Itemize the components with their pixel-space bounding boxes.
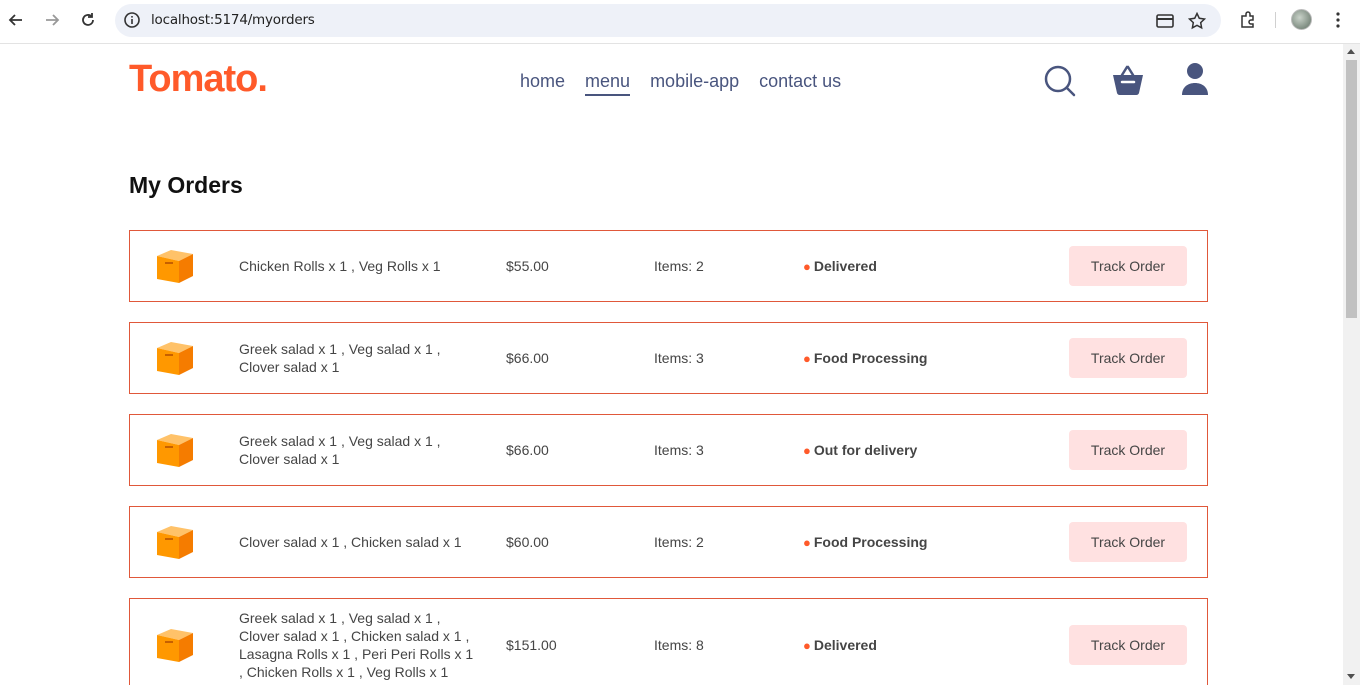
- order-status: ● Food Processing: [803, 534, 928, 550]
- order-row: Clover salad x 1 , Chicken salad x 1 $60…: [129, 506, 1208, 578]
- status-dot-icon: ●: [803, 638, 811, 653]
- parcel-icon: [157, 629, 193, 662]
- forward-arrow-icon[interactable]: [40, 8, 64, 32]
- order-item-count: Items: 3: [654, 350, 704, 366]
- order-row: Greek salad x 1 , Veg salad x 1 , Clover…: [129, 322, 1208, 394]
- orders-list: Chicken Rolls x 1 , Veg Rolls x 1 $55.00…: [129, 230, 1208, 685]
- order-status: ● Out for delivery: [803, 442, 918, 458]
- scroll-down-arrow-icon[interactable]: [1347, 674, 1355, 679]
- main-nav: home menu mobile-app contact us: [520, 71, 841, 96]
- browser-profile-avatar[interactable]: [1291, 9, 1312, 30]
- parcel-icon: [157, 250, 193, 283]
- order-row: Greek salad x 1 , Veg salad x 1 , Clover…: [129, 414, 1208, 486]
- search-icon[interactable]: [1043, 62, 1077, 98]
- toolbar-divider: [1275, 12, 1276, 28]
- site-info-icon[interactable]: [123, 11, 141, 29]
- reload-icon[interactable]: [76, 8, 100, 32]
- order-item-count: Items: 2: [654, 534, 704, 550]
- order-amount: $66.00: [506, 442, 549, 458]
- status-dot-icon: ●: [803, 259, 811, 274]
- order-items: Greek salad x 1 , Veg salad x 1 , Clover…: [239, 610, 474, 680]
- order-status: ● Food Processing: [803, 350, 928, 366]
- bookmark-star-icon[interactable]: [1187, 11, 1207, 31]
- nav-menu[interactable]: menu: [585, 71, 631, 96]
- order-items: Clover salad x 1 , Chicken salad x 1: [239, 534, 462, 550]
- nav-mobile-app[interactable]: mobile-app: [650, 71, 739, 96]
- nav-contact-us[interactable]: contact us: [759, 71, 841, 96]
- order-amount: $151.00: [506, 637, 557, 653]
- order-amount: $60.00: [506, 534, 549, 550]
- status-dot-icon: ●: [803, 535, 811, 550]
- order-items: Greek salad x 1 , Veg salad x 1 , Clover…: [239, 341, 441, 375]
- card-icon[interactable]: [1155, 11, 1175, 31]
- status-dot-icon: ●: [803, 443, 811, 458]
- order-item-count: Items: 8: [654, 637, 704, 653]
- page-title: My Orders: [129, 172, 243, 198]
- order-row: Chicken Rolls x 1 , Veg Rolls x 1 $55.00…: [129, 230, 1208, 302]
- back-arrow-icon[interactable]: [4, 8, 28, 32]
- order-item-count: Items: 2: [654, 258, 704, 274]
- url-text: localhost:5174/myorders: [151, 12, 315, 28]
- status-dot-icon: ●: [803, 351, 811, 366]
- order-status: ● Delivered: [803, 637, 877, 653]
- basket-icon[interactable]: [1111, 62, 1145, 98]
- order-row: Greek salad x 1 , Veg salad x 1 , Clover…: [129, 598, 1208, 685]
- order-status: ● Delivered: [803, 258, 877, 274]
- track-order-button[interactable]: Track Order: [1069, 338, 1187, 378]
- order-amount: $55.00: [506, 258, 549, 274]
- parcel-icon: [157, 434, 193, 467]
- profile-icon[interactable]: [1180, 62, 1214, 98]
- parcel-icon: [157, 526, 193, 559]
- parcel-icon: [157, 342, 193, 375]
- browser-menu-icon[interactable]: [1326, 8, 1350, 32]
- track-order-button[interactable]: Track Order: [1069, 246, 1187, 286]
- site-logo[interactable]: Tomato.: [129, 58, 268, 101]
- track-order-button[interactable]: Track Order: [1069, 625, 1187, 665]
- track-order-button[interactable]: Track Order: [1069, 522, 1187, 562]
- extensions-icon[interactable]: [1236, 8, 1260, 32]
- order-items: Greek salad x 1 , Veg salad x 1 , Clover…: [239, 433, 441, 467]
- browser-toolbar: localhost:5174/myorders: [0, 0, 1360, 44]
- track-order-button[interactable]: Track Order: [1069, 430, 1187, 470]
- address-bar[interactable]: localhost:5174/myorders: [115, 4, 1221, 37]
- scroll-up-arrow-icon[interactable]: [1347, 49, 1355, 54]
- order-item-count: Items: 3: [654, 442, 704, 458]
- scroll-thumb[interactable]: [1346, 60, 1357, 318]
- page-scrollbar[interactable]: [1343, 44, 1360, 685]
- nav-home[interactable]: home: [520, 71, 565, 96]
- order-amount: $66.00: [506, 350, 549, 366]
- order-items: Chicken Rolls x 1 , Veg Rolls x 1: [239, 258, 441, 274]
